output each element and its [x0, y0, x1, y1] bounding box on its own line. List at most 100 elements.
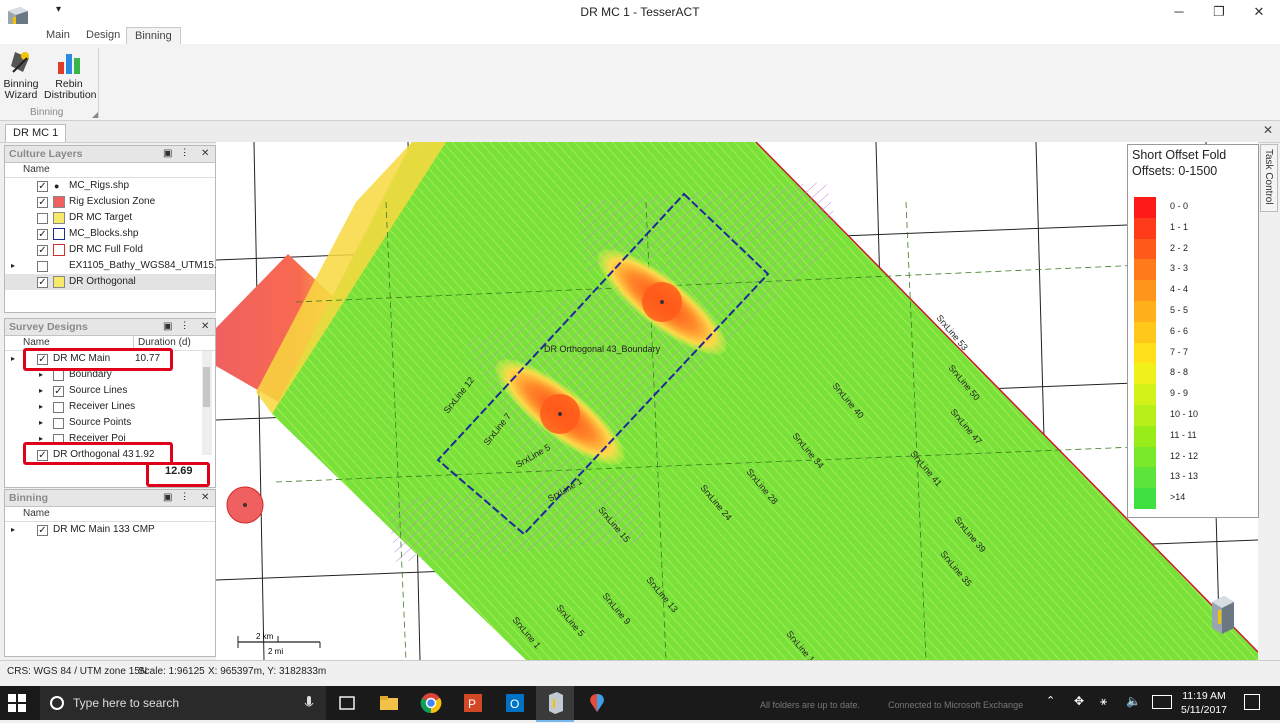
- taskbar-search-box[interactable]: Type here to search: [40, 686, 326, 720]
- layer-checkbox[interactable]: [37, 261, 48, 272]
- layer-label: Rig Exclusion Zone: [69, 196, 156, 207]
- design-child-item[interactable]: ▸ ✓ Source Lines: [5, 383, 215, 399]
- culture-layer-item[interactable]: ✓ ● MC_Rigs.shp: [5, 178, 215, 194]
- expand-arrow-icon[interactable]: ▸: [11, 351, 15, 367]
- map-canvas[interactable]: DR Orthogonal 43_Boundary SrxLine 53 Srx…: [216, 142, 1258, 660]
- binning-item-label: DR MC Main 133 CMP: [53, 524, 155, 535]
- layer-checkbox[interactable]: ✓: [37, 197, 48, 208]
- panel-close-icon[interactable]: ✕: [201, 490, 209, 506]
- design-checkbox[interactable]: [53, 418, 64, 429]
- design-label: Source Lines: [69, 385, 128, 396]
- layer-swatch: [53, 276, 65, 288]
- outlook-icon[interactable]: O: [504, 692, 526, 714]
- panel-pin-icon[interactable]: ⵗ: [183, 319, 186, 335]
- powerpoint-icon[interactable]: P: [462, 692, 484, 714]
- legend-label: 13 - 13: [1170, 471, 1199, 482]
- layer-checkbox[interactable]: ✓: [37, 181, 48, 192]
- panel-dock-icon[interactable]: ▣: [163, 490, 172, 506]
- highlight-dr-orthogonal: [23, 442, 173, 465]
- layer-label: DR MC Full Fold: [69, 244, 143, 255]
- legend-entry: >14: [1134, 488, 1254, 510]
- cortana-icon: [50, 696, 64, 710]
- tab-binning[interactable]: Binning: [126, 27, 181, 45]
- legend-label: 11 - 11: [1170, 429, 1197, 440]
- document-tab-bar: DR MC 1 ✕: [0, 121, 1280, 143]
- column-header-label: Name: [23, 164, 50, 175]
- network-icon[interactable]: ⚹: [1100, 694, 1107, 709]
- column-header-name[interactable]: Name: [5, 163, 215, 178]
- binning-item[interactable]: ▸ ✓ DR MC Main 133 CMP: [5, 522, 215, 538]
- legend-entry: 10 - 10: [1134, 405, 1254, 426]
- panel-dock-icon[interactable]: ▣: [163, 319, 172, 335]
- culture-layer-item[interactable]: ✓ DR MC Full Fold: [5, 242, 215, 258]
- panel-close-icon[interactable]: ✕: [201, 319, 209, 335]
- tab-design[interactable]: Design: [78, 27, 128, 44]
- notifications-icon[interactable]: [1244, 694, 1260, 710]
- windows-taskbar: Type here to search P O All folders are …: [0, 686, 1280, 722]
- legend-label: 6 - 6: [1170, 325, 1189, 336]
- highlight-dr-mc-main: [23, 348, 173, 371]
- expand-arrow-icon[interactable]: ▸: [39, 415, 43, 431]
- panel-pin-icon[interactable]: ⵗ: [183, 146, 186, 162]
- culture-layer-item[interactable]: ✓ DR Orthogonal: [5, 274, 215, 290]
- keyboard-icon[interactable]: [1152, 695, 1172, 709]
- legend-swatch: [1134, 363, 1156, 385]
- scale-mi-label: 2 mi: [268, 647, 283, 656]
- status-scale: Scale: 1:96125: [138, 666, 205, 677]
- document-tab[interactable]: DR MC 1: [5, 124, 67, 142]
- design-child-item[interactable]: ▸ Receiver Lines: [5, 399, 215, 415]
- design-checkbox[interactable]: [53, 370, 64, 381]
- maps-icon[interactable]: [586, 692, 608, 714]
- panel-close-icon[interactable]: ✕: [201, 146, 209, 162]
- close-button[interactable]: ✕: [1236, 0, 1280, 24]
- culture-layer-item[interactable]: ✓ MC_Blocks.shp: [5, 226, 215, 242]
- action-center-tray-icon[interactable]: ✥: [1074, 694, 1084, 708]
- clock-date: 5/11/2017: [1181, 704, 1227, 716]
- panel-pin-icon[interactable]: ⵗ: [183, 490, 186, 506]
- show-hidden-icons[interactable]: ⌃: [1046, 694, 1055, 707]
- column-header-name[interactable]: Name: [5, 507, 215, 522]
- layer-checkbox[interactable]: ✓: [37, 245, 48, 256]
- map-legend: Short Offset Fold Offsets: 0-1500 0 - 0 1…: [1127, 144, 1259, 518]
- culture-layer-item[interactable]: ✓ Rig Exclusion Zone: [5, 194, 215, 210]
- panel-dock-icon[interactable]: ▣: [163, 146, 172, 162]
- legend-entry: 4 - 4: [1134, 280, 1254, 302]
- task-view-icon[interactable]: [336, 692, 358, 714]
- expand-arrow-icon[interactable]: ▸: [39, 399, 43, 415]
- expand-arrow-icon[interactable]: ▸: [11, 522, 15, 538]
- survey-designs-panel: Survey Designs ▣ ⵗ ✕ Name Duration (d) ▸…: [4, 318, 216, 488]
- task-control-tab[interactable]: Task Control: [1260, 144, 1278, 212]
- culture-layer-item[interactable]: DR MC Target: [5, 210, 215, 226]
- design-child-item[interactable]: ▸ Source Points: [5, 415, 215, 431]
- scrollbar-thumb[interactable]: [203, 367, 210, 407]
- file-explorer-icon[interactable]: [378, 692, 400, 714]
- expand-arrow-icon[interactable]: ▸: [11, 258, 15, 274]
- legend-swatch: [1134, 259, 1156, 281]
- binning-checkbox[interactable]: ✓: [37, 525, 48, 536]
- layer-checkbox[interactable]: ✓: [37, 277, 48, 288]
- tab-main[interactable]: Main: [38, 27, 78, 44]
- boundary-label: DR Orthogonal 43_Boundary: [544, 344, 661, 354]
- design-checkbox[interactable]: ✓: [53, 386, 64, 397]
- tesseract-taskbar-icon[interactable]: [536, 686, 574, 722]
- outlook-status-right: Connected to Microsoft Exchange: [888, 700, 1024, 710]
- legend-subtitle: Offsets: 0-1500: [1132, 164, 1218, 178]
- legend-swatch: [1134, 342, 1156, 364]
- culture-layer-item[interactable]: ▸ EX1105_Bathy_WGS84_UTM15...: [5, 258, 222, 274]
- search-placeholder: Type here to search: [73, 696, 180, 710]
- system-clock[interactable]: 11:19 AM 5/11/2017: [1174, 689, 1234, 717]
- binning-wizard-button[interactable]: Binning Wizard: [0, 48, 45, 101]
- rebin-distribution-button[interactable]: Rebin Distribution: [44, 48, 97, 101]
- legend-label: 9 - 9: [1170, 388, 1189, 399]
- document-close-icon[interactable]: ✕: [1263, 123, 1273, 137]
- title-bar: ▾ DR MC 1 - TesserACT ─ ❐ ✕: [0, 0, 1280, 35]
- volume-icon[interactable]: 🔈: [1126, 694, 1141, 708]
- chrome-icon[interactable]: [420, 692, 442, 714]
- layer-checkbox[interactable]: ✓: [37, 229, 48, 240]
- start-button[interactable]: [8, 694, 26, 712]
- layer-checkbox[interactable]: [37, 213, 48, 224]
- design-checkbox[interactable]: [53, 402, 64, 413]
- microphone-icon[interactable]: [304, 695, 314, 711]
- expand-arrow-icon[interactable]: ▸: [39, 383, 43, 399]
- legend-entry: 3 - 3: [1134, 259, 1254, 281]
